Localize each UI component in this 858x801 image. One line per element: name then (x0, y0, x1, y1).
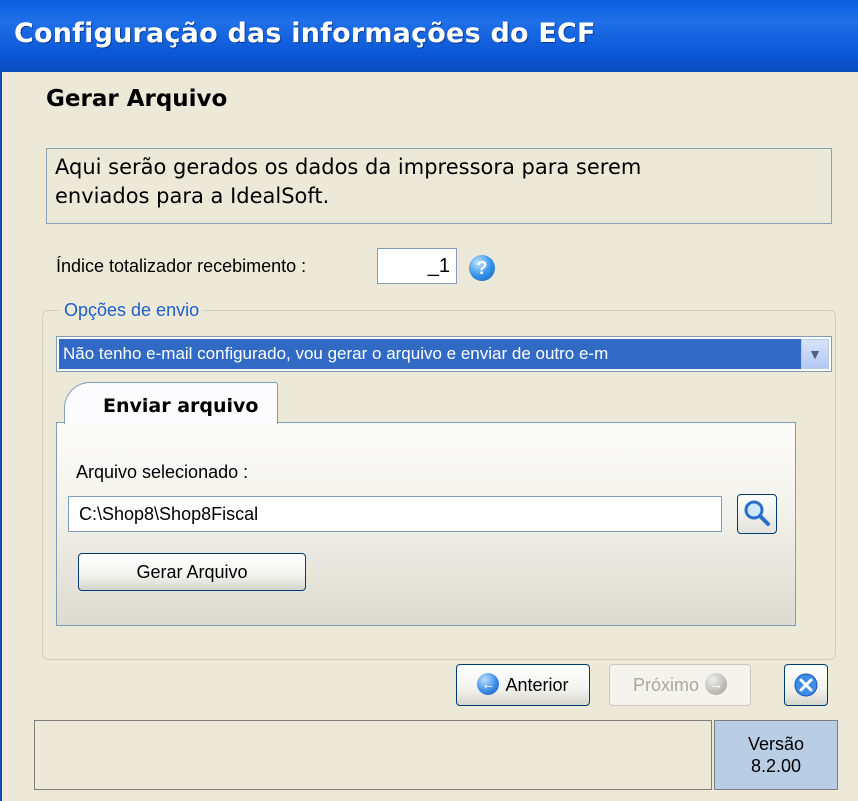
description-line-1: Aqui serão gerados os dados da impressor… (55, 155, 642, 179)
close-icon (794, 673, 818, 697)
versao-label: Versão (747, 734, 805, 754)
arquivo-selecionado-label: Arquivo selecionado : (76, 462, 249, 482)
indice-input[interactable]: _1 (377, 248, 457, 284)
opcoes-envio-selected: Não tenho e-mail configurado, vou gerar … (59, 339, 803, 369)
gerar-arquivo-button[interactable]: Gerar Arquivo (78, 553, 306, 591)
indice-label: Índice totalizador recebimento : (56, 256, 307, 276)
close-button[interactable] (784, 664, 828, 706)
proximo-button[interactable]: Próximo → (609, 664, 751, 706)
description-box: Aqui serão gerados os dados da impressor… (46, 148, 832, 224)
window-title: Configuração das informações do ECF (14, 18, 596, 49)
version-panel: Versão 8.2.00 (714, 720, 838, 790)
anterior-label: Anterior (505, 675, 569, 695)
chevron-down-icon[interactable]: ▼ (801, 339, 829, 369)
help-icon[interactable]: ? (469, 255, 495, 281)
arrow-left-icon: ← (477, 673, 500, 696)
browse-button[interactable] (737, 494, 777, 534)
tab-enviar-arquivo-label: Enviar arquivo (103, 395, 259, 417)
tab-enviar-arquivo[interactable]: Enviar arquivo (64, 382, 278, 424)
magnifier-icon (744, 500, 770, 526)
versao-value: 8.2.00 (750, 756, 802, 776)
arquivo-path-input[interactable]: C:\Shop8\Shop8Fiscal (68, 496, 722, 532)
arrow-right-icon: → (705, 673, 727, 696)
proximo-label: Próximo (632, 675, 699, 695)
step-title: Gerar Arquivo (46, 86, 228, 112)
status-bar (34, 720, 712, 790)
title-bar[interactable]: Configuração das informações do ECF (0, 0, 858, 72)
anterior-button[interactable]: ← Anterior (456, 664, 590, 706)
opcoes-envio-select[interactable]: Não tenho e-mail configurado, vou gerar … (56, 336, 832, 372)
description-line-2: enviados para a IdealSoft. (55, 184, 330, 208)
opcoes-envio-legend: Opções de envio (60, 300, 204, 321)
